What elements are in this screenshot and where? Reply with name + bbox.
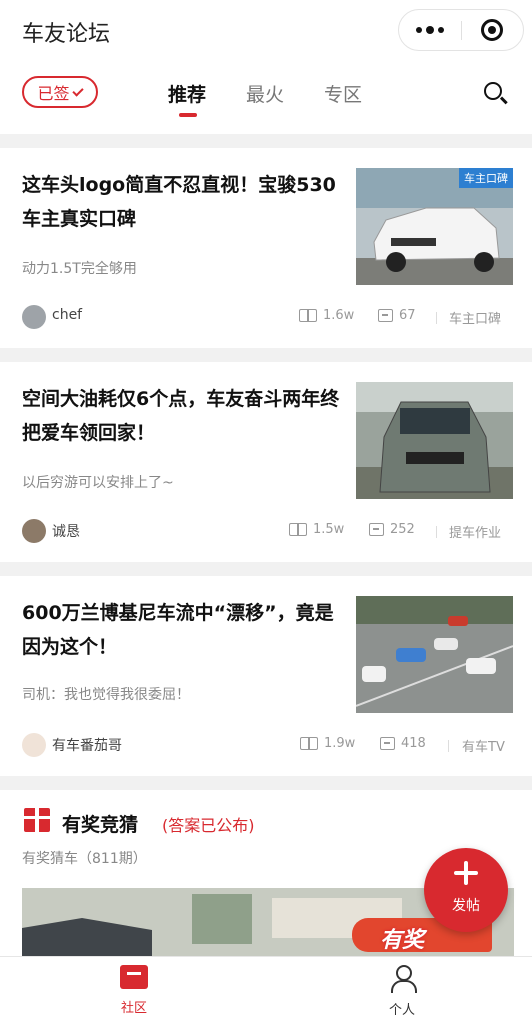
post-thumbnail[interactable]: [356, 596, 513, 713]
avatar[interactable]: [22, 519, 46, 543]
post-title[interactable]: 这车头logo简直不忍直视！宝骏530车主真实口碑: [22, 168, 342, 236]
quiz-title[interactable]: 有奖竞猜: [62, 810, 138, 837]
post-meta: chef 1.6w 67 车主口碑: [0, 304, 532, 330]
tab-profile-label: 个人: [388, 1003, 415, 1018]
comments-count: 67: [399, 308, 416, 323]
post-card[interactable]: 600万兰博基尼车流中“漂移”，竟是因为这个！ 司机：我也觉得我很委屈！ 有车番…: [0, 576, 532, 776]
new-post-button[interactable]: 发帖: [424, 848, 508, 932]
section-divider: [0, 562, 532, 576]
close-target-icon[interactable]: [481, 19, 503, 41]
post-subtitle: 司机：我也觉得我很委屈！: [22, 687, 190, 703]
tab-community[interactable]: 社区: [74, 965, 194, 1016]
plus-icon: [454, 861, 478, 885]
post-category[interactable]: 提车作业: [449, 522, 501, 541]
active-tab-indicator: [179, 113, 197, 117]
views-count: 1.9w: [324, 736, 356, 751]
post-meta: 有车番茄哥 1.9w 418 有车TV: [0, 732, 532, 758]
checkmark-icon: [71, 84, 84, 97]
traffic-road-image: [356, 596, 513, 713]
post-title[interactable]: 600万兰博基尼车流中“漂移”，竟是因为这个！: [22, 596, 342, 664]
bottom-tab-bar: 社区 个人: [0, 956, 532, 1022]
book-icon: [299, 309, 317, 322]
meta-divider: [436, 312, 437, 324]
avatar[interactable]: [22, 733, 46, 757]
post-subtitle: 以后穷游可以安排上了~: [22, 475, 174, 491]
page-title: 车友论坛: [22, 22, 111, 47]
quiz-status: (答案已公布): [162, 816, 255, 835]
tab-zones[interactable]: 专区: [324, 80, 362, 107]
search-icon[interactable]: [484, 82, 502, 100]
post-thumbnail[interactable]: [356, 382, 513, 499]
meta-divider: [448, 740, 449, 752]
more-icon[interactable]: [399, 10, 461, 50]
comments-count: 252: [390, 522, 415, 537]
tab-community-label: 社区: [120, 1001, 147, 1016]
person-icon: [389, 965, 417, 993]
image-tag: 车主口碑: [459, 168, 513, 188]
views-stat: 1.5w: [289, 522, 344, 537]
miniprogram-capsule: [398, 9, 524, 51]
comments-stat: 67: [378, 308, 416, 323]
top-nav: 已签 推荐 最火 专区: [0, 62, 532, 134]
post-category[interactable]: 车主口碑: [449, 308, 501, 327]
section-divider: [0, 134, 532, 148]
avatar[interactable]: [22, 305, 46, 329]
author-name[interactable]: 诚恳: [52, 521, 80, 541]
author-name[interactable]: 有车番茄哥: [52, 735, 122, 755]
post-title[interactable]: 空间大油耗仅6个点，车友奋斗两年终把爱车领回家！: [22, 382, 342, 450]
post-category[interactable]: 有车TV: [462, 736, 505, 755]
tab-profile[interactable]: 个人: [342, 965, 462, 1018]
comments-count: 418: [401, 736, 426, 751]
book-icon: [300, 737, 318, 750]
views-count: 1.5w: [313, 522, 345, 537]
author-name[interactable]: chef: [52, 307, 82, 323]
post-card[interactable]: 这车头logo简直不忍直视！宝骏530车主真实口碑 动力1.5T完全够用 车主口…: [0, 148, 532, 348]
banner-text: 有奖: [380, 928, 425, 953]
tab-recommend[interactable]: 推荐: [168, 80, 206, 107]
comment-icon: [380, 737, 395, 750]
book-icon: [289, 523, 307, 536]
signed-label: 已签: [37, 84, 70, 103]
comments-stat: 252: [369, 522, 415, 537]
section-divider: [0, 348, 532, 362]
signed-in-badge[interactable]: 已签: [22, 76, 98, 108]
views-stat: 1.9w: [300, 736, 355, 751]
community-icon: [120, 965, 148, 989]
title-bar: 车友论坛: [0, 0, 532, 62]
gift-icon: [24, 808, 50, 832]
post-card[interactable]: 空间大油耗仅6个点，车友奋斗两年终把爱车领回家！ 以后穷游可以安排上了~ 诚恳 …: [0, 362, 532, 562]
post-subtitle: 动力1.5T完全够用: [22, 261, 137, 277]
section-divider: [0, 776, 532, 790]
quiz-subtitle: 有奖猜车（811期）: [22, 851, 147, 867]
grey-suv-image: [356, 382, 513, 499]
comments-stat: 418: [380, 736, 426, 751]
capsule-divider: [461, 21, 462, 40]
comment-icon: [378, 309, 393, 322]
views-stat: 1.6w: [299, 308, 354, 323]
app-root: 车友论坛 已签 推荐 最火 专区 这车头logo简直不忍直视！宝骏530车主真实…: [0, 0, 532, 1022]
post-meta: 诚恳 1.5w 252 提车作业: [0, 518, 532, 544]
comment-icon: [369, 523, 384, 536]
post-thumbnail[interactable]: 车主口碑: [356, 168, 513, 285]
meta-divider: [436, 526, 437, 538]
views-count: 1.6w: [323, 308, 355, 323]
tab-hottest[interactable]: 最火: [246, 80, 284, 107]
new-post-label: 发帖: [452, 898, 480, 914]
